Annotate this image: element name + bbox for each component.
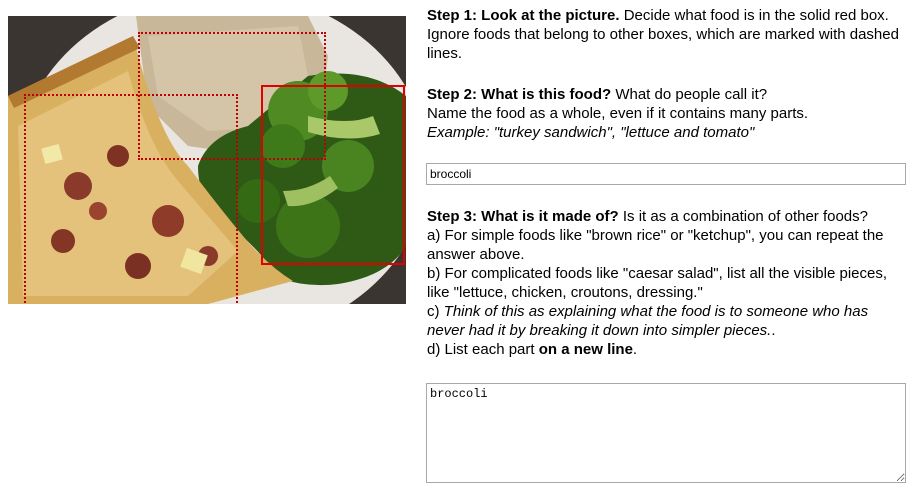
step-3-item-c-italic: Think of this as explaining what the foo… [427,303,869,339]
step-2-instructions: Step 2: What is this food? What do peopl… [427,85,905,142]
step-3-instructions: Step 3: What is it made of? Is it as a c… [427,207,905,359]
step-1-heading: Step 1: Look at the picture. [427,7,620,24]
step-3-text: Is it as a combination of other foods? [618,208,868,225]
step-1-instructions: Step 1: Look at the picture. Decide what… [427,6,905,63]
step-2-heading: Step 2: What is this food? [427,86,612,103]
food-name-input[interactable] [426,163,906,185]
step-3-item-c-suffix: . [771,322,776,339]
step-3-heading: Step 3: What is it made of? [427,208,619,225]
step-2-example: Example: "turkey sandwich", "lettuce and… [427,124,755,141]
step-2-text: What do people call it? [611,86,768,103]
step-3-item-d-bold: on a new line [538,341,633,358]
step-2-line-2: Name the food as a whole, even if it con… [427,105,809,122]
step-3-item-d-suffix: . [632,341,638,358]
step-3-item-b: b) For complicated foods like "caesar sa… [427,265,888,301]
food-parts-textarea[interactable]: broccoli [426,383,906,483]
step-3-item-d-prefix: d) List each part [427,341,539,358]
step-3-item-d: d) List each part on a new line. [427,340,905,359]
step-3-item-a: a) For simple foods like "brown rice" or… [427,227,884,263]
step-3-item-c-prefix: c) [427,303,444,320]
food-photo [8,16,406,304]
step-3-item-c: c) Think of this as explaining what the … [427,302,905,340]
other-food-box-pizza [24,94,238,304]
target-food-box [261,85,405,265]
